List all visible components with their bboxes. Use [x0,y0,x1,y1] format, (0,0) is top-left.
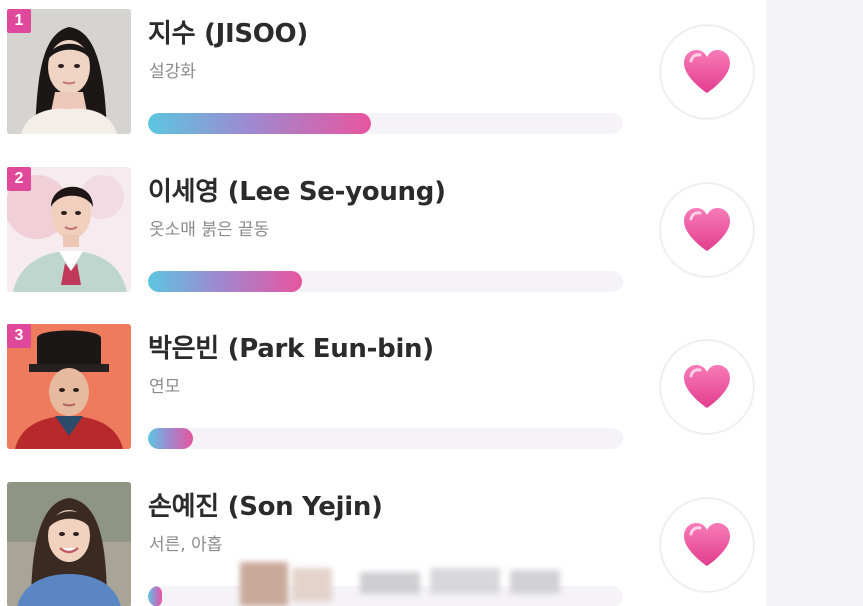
vote-progress-bar [148,113,623,134]
vote-heart-button[interactable] [660,25,754,119]
actress-name: 박은빈 (Park Eun-bin) [148,334,434,364]
heart-icon [684,523,730,566]
vote-progress-fill [148,586,163,606]
rank-badge: 1 [7,9,31,33]
vote-heart-button[interactable] [660,498,754,592]
drama-title: 옷소매 붉은 끝동 [149,220,270,240]
portrait-image [7,482,131,606]
profile-photo[interactable] [7,482,131,606]
ranking-list: 1 지수 (JISOO) 설강화 2 이세영 (Lee Se-young) 옷소… [0,0,766,606]
drama-title: 설강화 [149,62,196,82]
rank-badge: 2 [7,167,31,191]
drama-title: 서른, 아홉 [149,535,223,555]
heart-icon [684,50,730,93]
ranking-page: 1 지수 (JISOO) 설강화 2 이세영 (Lee Se-young) 옷소… [0,0,863,606]
actress-name: 손예진 (Son Yejin) [148,492,383,522]
vote-heart-button[interactable] [660,340,754,434]
vote-progress-fill [148,428,194,449]
heart-icon [684,365,730,408]
rank-badge: 3 [7,324,31,348]
vote-progress-fill [148,113,372,134]
ranking-row: 3 박은빈 (Park Eun-bin) 연모 [0,315,766,473]
heart-icon [684,208,730,251]
vote-progress-bar [148,428,623,449]
vote-progress-fill [148,271,303,292]
ranking-row: 1 지수 (JISOO) 설강화 [0,0,766,158]
actress-name: 지수 (JISOO) [148,19,308,49]
vote-heart-button[interactable] [660,183,754,277]
actress-name: 이세영 (Lee Se-young) [148,177,446,207]
vote-progress-bar [148,271,623,292]
drama-title: 연모 [149,377,181,397]
side-margin [766,0,863,606]
ranking-row: 2 이세영 (Lee Se-young) 옷소매 붉은 끝동 [0,158,766,316]
blurred-overlay [230,558,570,606]
